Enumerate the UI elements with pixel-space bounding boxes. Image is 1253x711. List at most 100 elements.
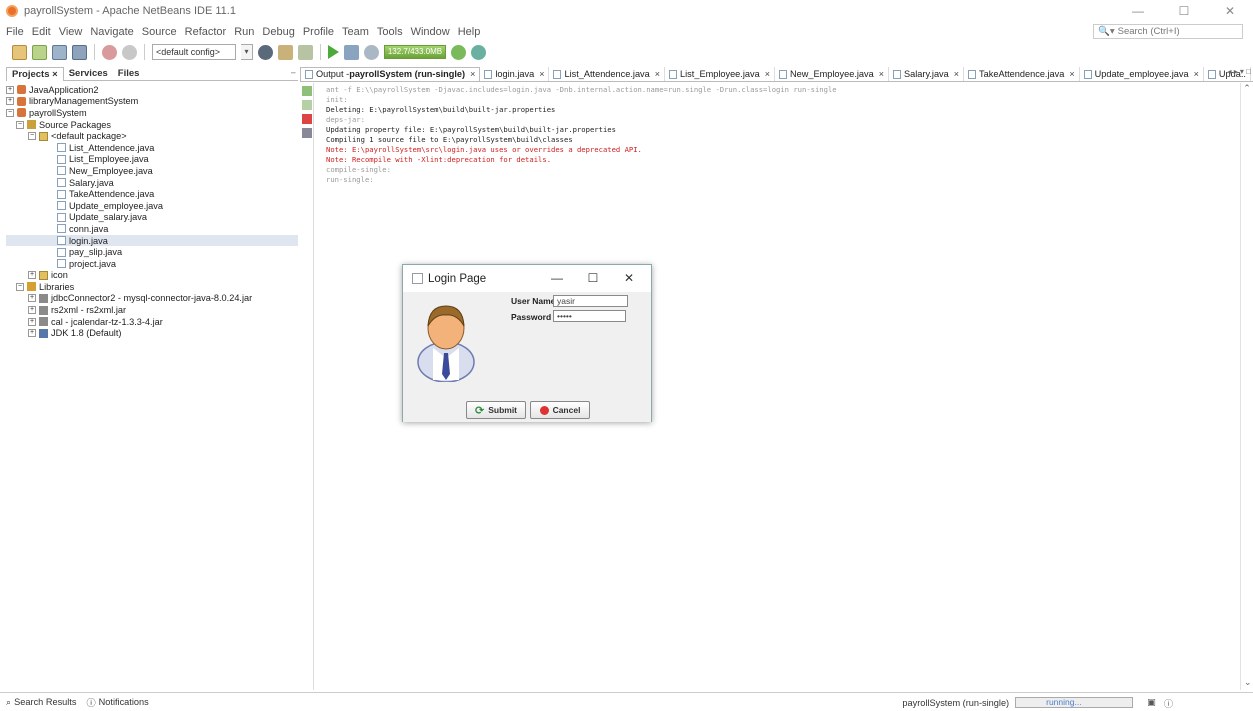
close-tab-icon[interactable]: ×: [765, 69, 770, 79]
close-tab-icon[interactable]: ×: [954, 69, 959, 79]
expand-icon[interactable]: +: [28, 294, 36, 303]
minimize-panel-icon[interactable]: −: [290, 68, 296, 79]
close-tab-icon[interactable]: ×: [1069, 69, 1074, 79]
rerun-icon[interactable]: [302, 86, 312, 96]
editor-tab[interactable]: List_Attendence.java ×: [549, 67, 666, 81]
editor-tab[interactable]: Output - payrollSystem (run-single) ×: [300, 67, 481, 81]
editor-tab[interactable]: Update_employee.java ×: [1080, 67, 1204, 81]
build-hammer-icon[interactable]: [278, 44, 293, 60]
gc-icon-2[interactable]: [471, 44, 486, 60]
dialog-maximize-button[interactable]: ☐: [575, 265, 611, 292]
scroll-down-icon[interactable]: ⌄: [1244, 677, 1252, 688]
collapse-icon[interactable]: −: [28, 132, 36, 141]
tree-item[interactable]: + JDK 1.8 (Default): [6, 327, 298, 339]
search-results-item[interactable]: ⌕ Search Results: [6, 697, 76, 708]
notifications-item[interactable]: ⓘ Notifications: [86, 695, 148, 709]
settings-icon[interactable]: [302, 128, 312, 138]
tree-item[interactable]: Update_employee.java: [6, 200, 298, 212]
dialog-close-button[interactable]: ✕: [611, 265, 647, 292]
close-tab-icon[interactable]: ×: [1194, 69, 1199, 79]
cancel-task-icon[interactable]: ▣: [1147, 697, 1156, 708]
menu-window[interactable]: Window: [411, 26, 450, 38]
maximize-button[interactable]: ☐: [1161, 0, 1207, 22]
expand-icon[interactable]: +: [28, 271, 36, 280]
tab-files[interactable]: Files: [113, 67, 145, 81]
tree-item[interactable]: conn.java: [6, 223, 298, 235]
close-tab-icon[interactable]: ×: [470, 69, 475, 79]
expand-icon[interactable]: +: [6, 97, 14, 106]
config-select[interactable]: <default config>: [152, 44, 236, 60]
minimize-button[interactable]: —: [1115, 0, 1161, 22]
collapse-icon[interactable]: −: [6, 108, 14, 117]
password-field[interactable]: •••••: [553, 310, 626, 322]
tree-item[interactable]: project.java: [6, 258, 298, 270]
tree-item[interactable]: Update_salary.java: [6, 212, 298, 224]
globe-icon[interactable]: [258, 44, 273, 60]
rerun-with-params-icon[interactable]: [302, 100, 312, 110]
menu-profile[interactable]: Profile: [303, 26, 334, 38]
new-file-icon[interactable]: [12, 44, 27, 60]
tree-item[interactable]: − Source Packages: [6, 119, 298, 131]
stop-icon[interactable]: [302, 114, 312, 124]
tree-item[interactable]: + cal - jcalendar-tz-1.3.3-4.jar: [6, 316, 298, 328]
tree-item[interactable]: Salary.java: [6, 177, 298, 189]
submit-button[interactable]: ⟳ Submit: [466, 401, 526, 419]
cancel-button[interactable]: Cancel: [530, 401, 590, 419]
menu-navigate[interactable]: Navigate: [90, 26, 133, 38]
tree-item[interactable]: TakeAttendence.java: [6, 188, 298, 200]
collapse-icon[interactable]: −: [16, 282, 24, 291]
tree-item[interactable]: − <default package>: [6, 130, 298, 142]
dialog-minimize-button[interactable]: —: [539, 265, 575, 292]
menu-edit[interactable]: Edit: [32, 26, 51, 38]
editor-tab[interactable]: TakeAttendence.java ×: [964, 67, 1080, 81]
menu-run[interactable]: Run: [234, 26, 254, 38]
tree-item[interactable]: login.java: [6, 234, 298, 247]
tree-item[interactable]: + jdbcConnector2 - mysql-connector-java-8…: [6, 293, 298, 305]
close-tab-icon[interactable]: ×: [539, 69, 544, 79]
menu-team[interactable]: Team: [342, 26, 369, 38]
tree-item[interactable]: − Libraries: [6, 281, 298, 293]
expand-icon[interactable]: +: [28, 329, 36, 338]
editor-tab[interactable]: New_Employee.java ×: [775, 67, 889, 81]
vertical-scrollbar[interactable]: ⌃ ⌄: [1240, 83, 1253, 690]
expand-icon[interactable]: +: [28, 306, 36, 315]
task-progress-bar[interactable]: running...: [1015, 697, 1134, 708]
tree-item[interactable]: pay_slip.java: [6, 246, 298, 258]
redo-icon[interactable]: [122, 44, 137, 60]
tree-item[interactable]: New_Employee.java: [6, 165, 298, 177]
menu-source[interactable]: Source: [142, 26, 177, 38]
gc-icon[interactable]: [451, 44, 466, 60]
save-all-icon[interactable]: [72, 44, 87, 60]
debug-icon[interactable]: [344, 44, 359, 60]
menu-tools[interactable]: Tools: [377, 26, 403, 38]
search-input[interactable]: 🔍▾ Search (Ctrl+I): [1093, 24, 1243, 39]
memory-usage-indicator[interactable]: 132.7/433.0MB: [384, 45, 446, 59]
menu-file[interactable]: File: [6, 26, 24, 38]
menu-view[interactable]: View: [59, 26, 83, 38]
collapse-icon[interactable]: −: [16, 120, 24, 129]
tree-item[interactable]: + JavaApplication2: [6, 84, 298, 96]
profile-icon[interactable]: [364, 44, 379, 60]
close-tab-icon[interactable]: ×: [655, 69, 660, 79]
tree-item[interactable]: + libraryManagementSystem: [6, 96, 298, 108]
tree-item[interactable]: − payrollSystem: [6, 107, 298, 119]
close-tab-icon[interactable]: ×: [52, 69, 58, 80]
run-icon[interactable]: [328, 45, 339, 59]
tree-item[interactable]: List_Attendence.java: [6, 142, 298, 154]
notification-bell-icon[interactable]: ⓘ: [1164, 696, 1173, 710]
editor-tab[interactable]: Salary.java ×: [889, 67, 965, 81]
menu-debug[interactable]: Debug: [262, 26, 294, 38]
menu-help[interactable]: Help: [458, 26, 481, 38]
expand-icon[interactable]: +: [6, 85, 14, 94]
tree-item[interactable]: List_Employee.java: [6, 154, 298, 166]
close-tab-icon[interactable]: ×: [879, 69, 884, 79]
close-button[interactable]: ✕: [1207, 0, 1253, 22]
editor-tab[interactable]: login.java ×: [480, 67, 550, 81]
tab-services[interactable]: Services: [64, 67, 113, 81]
new-project-icon[interactable]: [32, 44, 47, 60]
clean-build-icon[interactable]: [298, 44, 313, 60]
undo-icon[interactable]: [102, 44, 117, 60]
config-dropdown-icon[interactable]: ▾: [241, 44, 253, 60]
tab-navigation-icons[interactable]: ◂ ▸ ▾ □: [1227, 67, 1251, 76]
editor-tab[interactable]: List_Employee.java ×: [665, 67, 775, 81]
